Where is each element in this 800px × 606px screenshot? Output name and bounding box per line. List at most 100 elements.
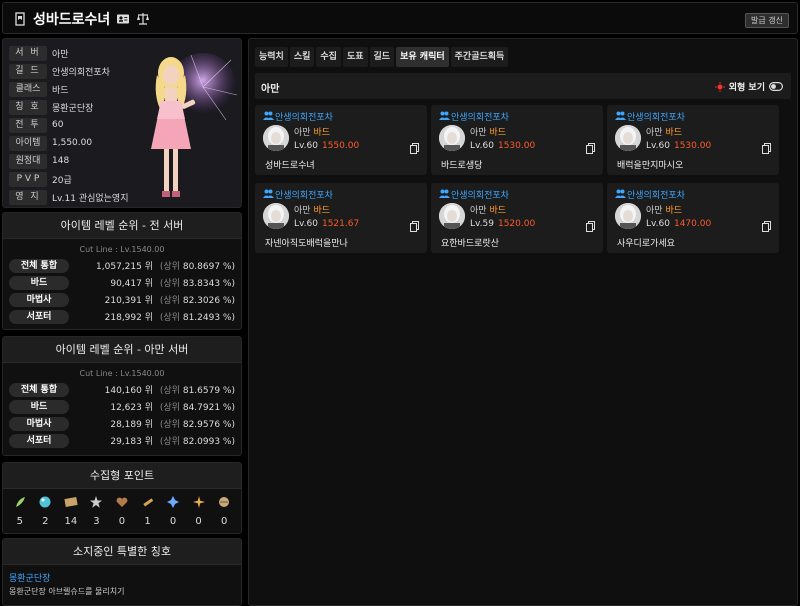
rank-row: 전체 통합 140,160 위 (상위 81.6579 %) (3, 382, 241, 398)
guild-members-icon (439, 189, 450, 198)
orpheus-star-icon (192, 496, 205, 508)
card-level: Lv.59 1520.00 (470, 219, 535, 229)
card-server-name: 아만 (646, 206, 663, 216)
collectible-item[interactable]: 0 (163, 495, 183, 527)
bookmark-icon[interactable] (13, 12, 27, 26)
profile-card-icon[interactable] (116, 12, 130, 26)
collectible-item[interactable]: 0 (214, 495, 234, 527)
guild-members-icon (615, 111, 626, 120)
copy-icon[interactable] (586, 221, 595, 232)
tab-3[interactable]: 도표 (342, 47, 368, 67)
card-server-name: 아만 (470, 206, 487, 216)
rank-percent: (상위 82.9576 %) (160, 417, 235, 430)
collectible-count: 0 (118, 516, 126, 527)
rank-prefix: (상위 (159, 437, 180, 447)
character-card[interactable]: 안생의회전포차 아만 바드 Lv.60 1550.00 성바드로수녀 (255, 105, 427, 175)
card-server-name: 아만 (646, 128, 663, 138)
toggle-switch[interactable] (769, 82, 783, 91)
card-class: 바드 (665, 206, 682, 216)
rank-percent-value: 82.0993 %) (182, 437, 235, 447)
rank-percent: (상위 80.8697 %) (160, 259, 235, 272)
info-label: 원정대 (9, 153, 47, 169)
tab-2[interactable]: 수집 (316, 47, 341, 67)
collectible-item[interactable]: 1 (138, 495, 158, 527)
card-class: 바드 (665, 128, 682, 138)
tab-6[interactable]: 주간골드획득 (450, 47, 509, 67)
info-value: Lv.11 관심없는영지 (52, 193, 129, 204)
character-card[interactable]: 안생의회전포차 아만 바드 Lv.60 1530.00 바드로생당 (431, 105, 603, 175)
info-label: 클래스 (9, 81, 47, 97)
info-row-guild: 길 드 안생의회전포차 (9, 63, 110, 79)
info-row-pvp: P V P 20급 (9, 171, 72, 187)
main-panel: 능력치 스킬 수집 도표 길드 보유 캐릭터 주간골드획득 아만 외형 보기 안생의회전포차 (248, 38, 798, 606)
rank-number: 28,189 위 (110, 420, 153, 430)
card-item-level: 1530.00 (497, 141, 536, 151)
titles-panel: 소지중인 특별한 칭호 몽환군단장 몽환군단장 아브렐슈드를 물리치기 (2, 538, 242, 606)
collectible-item[interactable]: 2 (35, 495, 55, 527)
tab-4[interactable]: 길드 (369, 47, 395, 67)
rank-prefix: (상위 (159, 386, 180, 396)
copy-icon[interactable] (410, 143, 419, 154)
character-card[interactable]: 안생의회전포차 아만 바드 Lv.59 1520.00 요한바드로랏산 (431, 183, 603, 253)
card-server-name: 아만 (294, 206, 311, 216)
refresh-button[interactable]: 발급 갱신 (745, 13, 789, 28)
avatar (439, 125, 465, 151)
collectible-item[interactable]: 0 (112, 495, 132, 527)
rank-label: 전체 통합 (9, 383, 69, 397)
rank-all-panel: 아이템 레벨 순위 - 전 서버 Cut Line : Lv.1540.00 전… (2, 212, 242, 330)
collectible-item[interactable]: 3 (86, 495, 106, 527)
info-row-estate: 영 지 Lv.11 관심없는영지 (9, 189, 129, 205)
collectible-item[interactable]: 14 (61, 495, 81, 527)
card-level-value: Lv.60 (646, 141, 670, 151)
rank-row: 바드 12,623 위 (상위 84.7921 %) (3, 399, 241, 415)
rank-label: 바드 (9, 400, 69, 414)
rank-label: 서포터 (9, 310, 69, 324)
copy-icon[interactable] (762, 143, 771, 154)
info-row-class: 클래스 바드 (9, 81, 69, 97)
collectible-item[interactable]: 5 (10, 495, 30, 527)
rank-label: 마법사 (9, 293, 69, 307)
rank-prefix: (상위 (159, 279, 180, 289)
mokoko-seed-icon (15, 497, 25, 507)
sea-bounty-icon (219, 497, 230, 507)
tab-5[interactable]: 보유 캐릭터 (396, 47, 449, 67)
avatar (263, 203, 289, 229)
info-label: 전 투 (9, 117, 47, 133)
rank-row: 마법사 210,391 위 (상위 82.3026 %) (3, 292, 241, 308)
character-card[interactable]: 안생의회전포차 아만 바드 Lv.60 1530.00 배럭을만지마시오 (607, 105, 779, 175)
rank-number: 29,183 위 (110, 437, 153, 447)
card-character-name: 자넨아직도배럭을만나 (265, 239, 348, 249)
info-label: 서 버 (9, 45, 47, 61)
copy-icon[interactable] (586, 143, 595, 154)
card-guild: 안생의회전포차 (451, 113, 509, 123)
character-card[interactable]: 안생의회전포차 아만 바드 Lv.60 1521.67 자넨아직도배럭을만나 (255, 183, 427, 253)
avatar (263, 125, 289, 151)
tab-0[interactable]: 능력치 (255, 47, 288, 67)
scale-icon[interactable] (136, 12, 150, 26)
rank-number: 218,992 위 (104, 313, 153, 323)
card-server: 아만 바드 (646, 125, 682, 138)
rank-percent: (상위 82.0993 %) (160, 434, 235, 447)
section-title: 수집형 포인트 (3, 463, 241, 489)
rank-number: 210,391 위 (104, 296, 153, 306)
info-label: 아이템 (9, 135, 47, 151)
tab-1[interactable]: 스킬 (289, 47, 315, 67)
info-value: 20급 (52, 175, 72, 186)
collectible-item[interactable]: 0 (189, 495, 209, 527)
character-card[interactable]: 안생의회전포차 아만 바드 Lv.60 1470.00 사우디로가세요 (607, 183, 779, 253)
card-character-name: 성바드로수녀 (265, 161, 315, 171)
info-row-title: 칭 호 몽환군단장 (9, 99, 93, 115)
collectible-count: 1 (144, 516, 151, 527)
collectible-count: 0 (169, 516, 177, 527)
copy-icon[interactable] (410, 221, 419, 232)
collectible-panel: 수집형 포인트 5 2 14 3 0 1 0 0 0 (2, 462, 242, 534)
avatar (615, 203, 641, 229)
card-server: 아만 바드 (470, 125, 506, 138)
info-row-combat: 전 투 60 (9, 117, 63, 133)
collectible-count: 0 (220, 516, 228, 527)
rank-prefix: (상위 (159, 403, 180, 413)
special-title-name: 몽환군단장 (9, 574, 51, 584)
card-level: Lv.60 1470.00 (646, 219, 711, 229)
rank-percent: (상위 81.2493 %) (160, 310, 235, 323)
copy-icon[interactable] (762, 221, 771, 232)
